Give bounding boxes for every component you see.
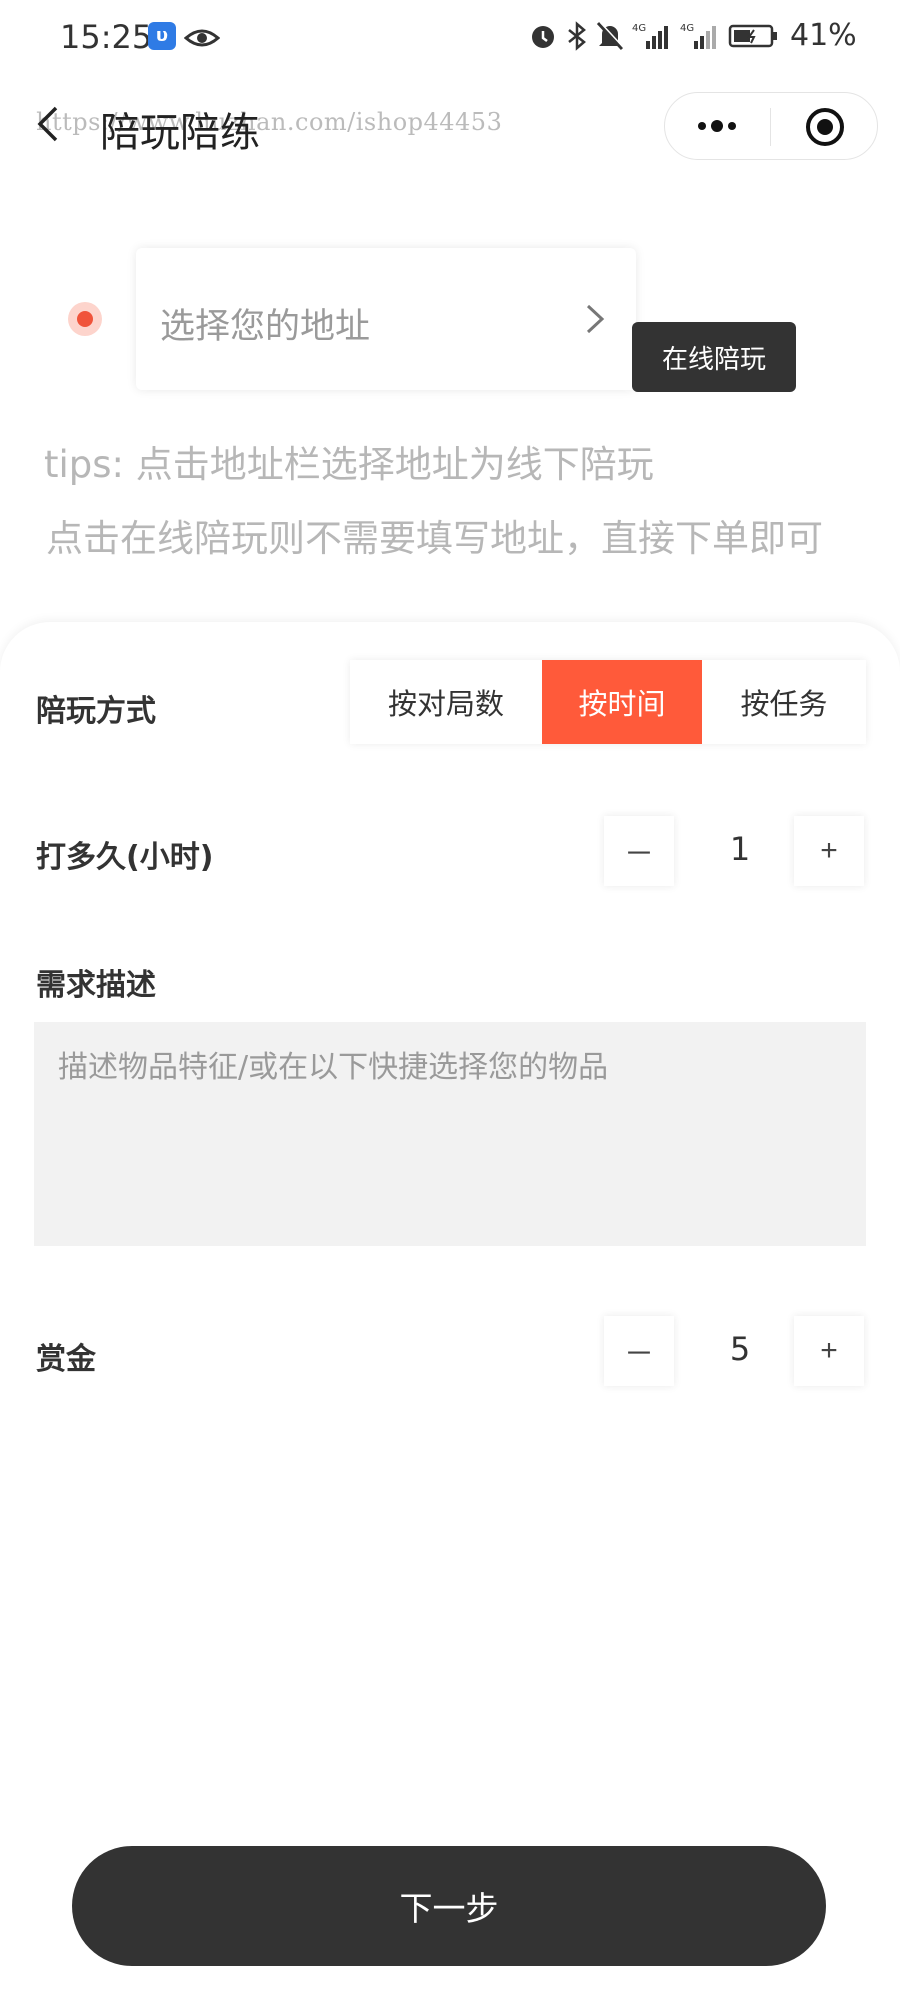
svg-text:4G: 4G [632, 23, 646, 34]
description-label: 需求描述 [36, 968, 156, 1003]
more-icon[interactable] [692, 110, 742, 142]
battery-percent: 41% [790, 18, 857, 53]
page-title: 陪玩陪练 [100, 110, 260, 156]
bounty-value: 5 [729, 1330, 751, 1368]
signal-4g-icon: 4G [632, 23, 668, 49]
chevron-right-icon[interactable] [582, 302, 608, 336]
next-step-button[interactable]: 下一步 [72, 1846, 826, 1966]
capsule-divider [770, 108, 771, 146]
location-dot-icon [68, 302, 102, 336]
bounty-plus-button[interactable]: + [794, 1316, 864, 1386]
address-placeholder[interactable]: 选择您的地址 [160, 298, 370, 349]
hours-label: 打多久(小时) [36, 840, 214, 875]
mode-option-by-time[interactable]: 按时间 [542, 660, 702, 744]
svg-text:4G: 4G [680, 23, 694, 34]
bounty-label: 赏金 [36, 1342, 96, 1377]
hours-plus-button[interactable]: + [794, 816, 864, 886]
status-time: 15:25 [60, 18, 153, 56]
eye-icon [184, 29, 220, 47]
description-textarea[interactable] [34, 1022, 866, 1246]
mute-bell-icon [596, 20, 624, 50]
tip-line-1: tips: 点击地址栏选择地址为线下陪玩 [44, 443, 654, 486]
battery-icon [728, 24, 777, 47]
hours-value: 1 [729, 830, 751, 868]
order-form-card [0, 622, 900, 2000]
back-arrow-icon[interactable] [30, 104, 70, 144]
tip-line-2: 点击在线陪玩则不需要填写地址，直接下单即可 [46, 517, 823, 560]
app-notification-icon: υ [148, 22, 176, 50]
mode-label: 陪玩方式 [36, 694, 156, 729]
hours-minus-button[interactable]: － [604, 816, 674, 886]
bounty-minus-button[interactable]: － [604, 1316, 674, 1386]
mode-option-by-rounds[interactable]: 按对局数 [350, 660, 542, 744]
mode-option-by-task[interactable]: 按任务 [702, 660, 866, 744]
mode-segmented-control: 按对局数 按时间 按任务 [350, 660, 866, 744]
close-target-icon[interactable] [804, 106, 846, 148]
alarm-icon [532, 25, 554, 48]
status-icons: 4G 4G 41% [528, 18, 857, 53]
bluetooth-icon [568, 20, 586, 51]
signal-4g-icon-2: 4G [680, 23, 716, 49]
online-play-button[interactable]: 在线陪玩 [632, 322, 796, 392]
